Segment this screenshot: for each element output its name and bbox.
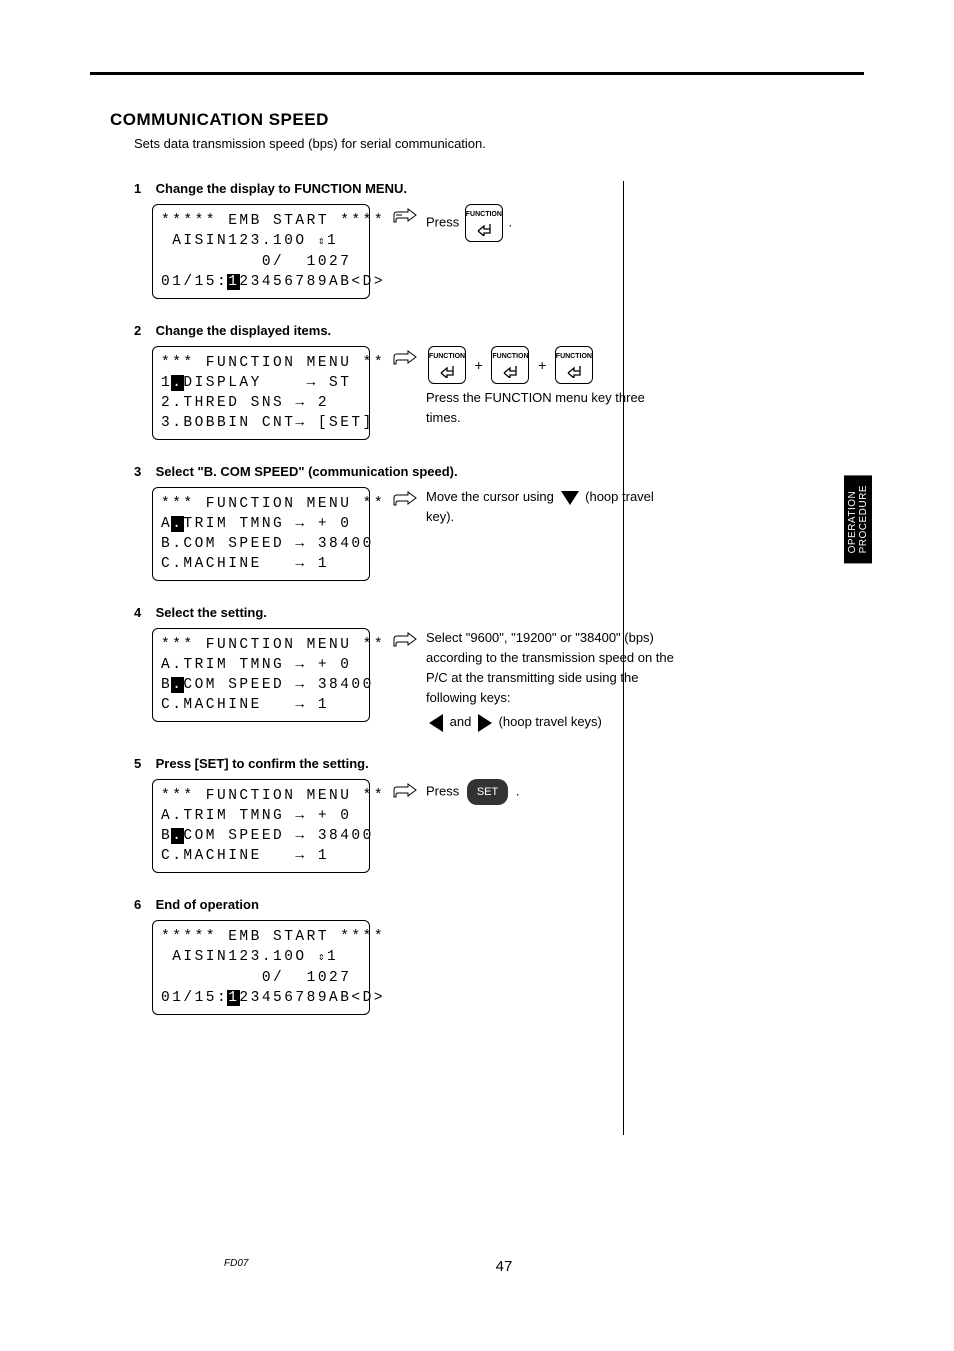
set-key[interactable]: SET <box>467 779 508 805</box>
lcd-display: *** FUNCTION MENU ** A.TRIM TMNG → + 0 B… <box>152 779 370 873</box>
step-title: Change the display to FUNCTION MENU. <box>156 181 407 196</box>
plus-icon: + <box>538 357 546 373</box>
step-num: 2 <box>134 323 152 338</box>
instruction-text: Press FUNCTION . <box>426 204 512 242</box>
function-key[interactable]: FUNCTION <box>555 346 593 384</box>
instruction-text: FUNCTION + FUNCTION + FUNCTION Press the… <box>426 346 676 428</box>
step-num: 3 <box>134 464 152 479</box>
step-num: 1 <box>134 181 152 196</box>
step-3: 3 Select "B. COM SPEED" (communication s… <box>134 464 874 581</box>
step-num: 6 <box>134 897 152 912</box>
return-icon <box>565 364 583 378</box>
step-title: Select the setting. <box>156 605 267 620</box>
step-head: 1 Change the display to FUNCTION MENU. <box>134 181 874 196</box>
header-rule <box>90 72 864 75</box>
plus-icon: + <box>475 357 483 373</box>
return-icon <box>438 364 456 378</box>
point-hand-icon <box>392 489 418 510</box>
lcd-display: *** FUNCTION MENU ** 1.DISPLAY → ST 2.TH… <box>152 346 370 440</box>
point-hand-icon <box>392 781 418 802</box>
step-6: 6 End of operation ***** EMB START **** … <box>134 897 874 1015</box>
step-2: 2 Change the displayed items. *** FUNCTI… <box>134 323 874 440</box>
down-arrow-icon[interactable] <box>561 491 579 505</box>
doc-id: FD07 <box>224 1258 248 1269</box>
instruction-text: Select "9600", "19200" or "38400" (bps) … <box>426 628 676 732</box>
step-title: Press [SET] to confirm the setting. <box>156 756 369 771</box>
right-arrow-icon[interactable] <box>478 714 492 732</box>
lcd-display: ***** EMB START **** AISIN123.10O 1 0/ 1… <box>152 204 370 299</box>
function-key[interactable]: FUNCTION <box>491 346 529 384</box>
page-number: 47 <box>496 1258 513 1275</box>
instruction-text: Move the cursor using (hoop travel key). <box>426 487 676 527</box>
return-icon <box>475 222 493 236</box>
function-key[interactable]: FUNCTION <box>428 346 466 384</box>
step-4: 4 Select the setting. *** FUNCTION MENU … <box>134 605 874 732</box>
section-title: COMMUNICATION SPEED <box>110 110 874 130</box>
step-head: 6 End of operation <box>134 897 874 912</box>
point-hand-icon <box>392 206 418 227</box>
return-icon <box>501 364 519 378</box>
left-arrow-icon[interactable] <box>429 714 443 732</box>
instruction-text: Press SET . <box>426 779 520 805</box>
step-head: 5 Press [SET] to confirm the setting. <box>134 756 874 771</box>
step-title: Change the displayed items. <box>156 323 332 338</box>
step-head: 2 Change the displayed items. <box>134 323 874 338</box>
step-num: 4 <box>134 605 152 620</box>
lcd-display: *** FUNCTION MENU ** A.TRIM TMNG → + 0 B… <box>152 487 370 581</box>
step-title: Select "B. COM SPEED" (communication spe… <box>156 464 458 479</box>
step-1: 1 Change the display to FUNCTION MENU. *… <box>134 181 874 299</box>
step-5: 5 Press [SET] to confirm the setting. **… <box>134 756 874 873</box>
step-num: 5 <box>134 756 152 771</box>
function-key[interactable]: FUNCTION <box>465 204 503 242</box>
step-title: End of operation <box>156 897 259 912</box>
page-footer: FD07 47 <box>134 1258 874 1275</box>
lcd-display: ***** EMB START **** AISIN123.10O 1 0/ 1… <box>152 920 370 1015</box>
step-head: 4 Select the setting. <box>134 605 874 620</box>
point-hand-icon <box>392 348 418 369</box>
point-hand-icon <box>392 630 418 651</box>
lcd-display: *** FUNCTION MENU ** A.TRIM TMNG → + 0 B… <box>152 628 370 722</box>
section-intro: Sets data transmission speed (bps) for s… <box>134 136 874 151</box>
step-head: 3 Select "B. COM SPEED" (communication s… <box>134 464 874 479</box>
